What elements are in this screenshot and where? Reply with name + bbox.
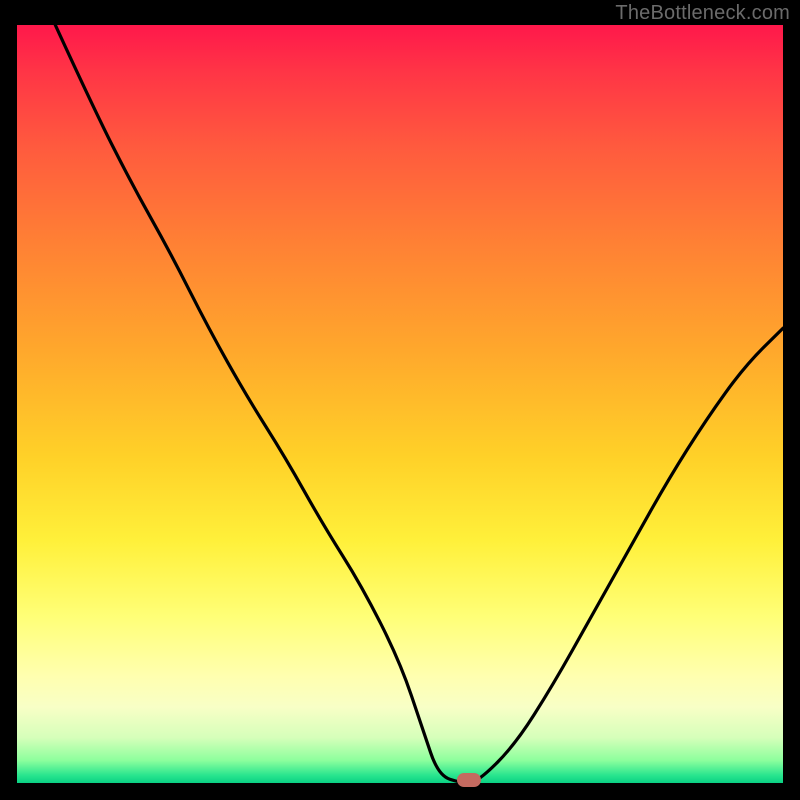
plot-area	[17, 25, 783, 783]
watermark-text: TheBottleneck.com	[615, 2, 790, 25]
chart-frame: TheBottleneck.com	[0, 0, 800, 800]
heat-gradient	[17, 25, 783, 783]
bottleneck-marker	[457, 773, 481, 787]
